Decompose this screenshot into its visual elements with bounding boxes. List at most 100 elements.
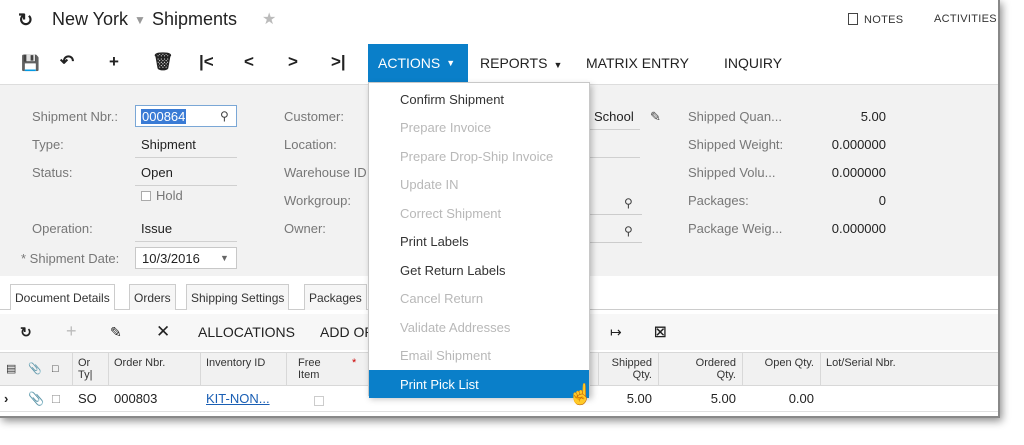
actions-menu-button[interactable]: ACTIONS ▼ <box>368 44 468 82</box>
col-order-type[interactable]: Or Ty| <box>78 357 100 381</box>
previous-record-icon[interactable]: < <box>244 52 254 72</box>
chevron-down-icon[interactable]: ▼ <box>220 253 229 263</box>
attachment-icon[interactable]: 📎 <box>28 391 44 407</box>
screen-name: Shipments <box>151 9 237 29</box>
col-order-nbr[interactable]: Order Nbr. <box>114 357 165 369</box>
free-item-checkbox[interactable] <box>314 393 329 408</box>
menu-item-update-in[interactable]: Update IN <box>369 170 589 198</box>
shipment-nbr-input[interactable]: 000864 ⚲ <box>135 105 237 127</box>
row-inventory-id-link[interactable]: KIT-NON... <box>206 391 270 406</box>
tab-shipping-settings[interactable]: Shipping Settings <box>186 284 290 310</box>
shipment-date-label: * Shipment Date: <box>21 251 120 266</box>
row-selector-icon[interactable]: › <box>4 391 8 406</box>
delete-icon[interactable]: 🗑 <box>152 52 174 72</box>
col-shipped-qty[interactable]: Shipped Qty. <box>604 357 652 381</box>
customer-field[interactable]: School <box>594 109 634 124</box>
row-open-qty: 0.00 <box>788 391 814 406</box>
tab-orders[interactable]: Orders <box>129 284 176 310</box>
chevron-down-icon[interactable]: ▼ <box>134 13 146 27</box>
summary-label: Shipped Weight: <box>688 137 784 152</box>
type-field[interactable]: Shipment <box>141 137 196 152</box>
reports-menu-button[interactable]: REPORTS ▼ <box>480 55 562 71</box>
chevron-down-icon: ▼ <box>446 58 456 68</box>
row-shipped-qty[interactable]: 5.00 <box>604 391 652 406</box>
branch-name[interactable]: New York <box>52 9 128 29</box>
summary-value: 0.000000 <box>831 221 886 236</box>
menu-item-prepare-invoice[interactable]: Prepare Invoice <box>369 113 589 141</box>
page-title: New York ▼ Shipments <box>52 9 237 30</box>
export-excel-icon[interactable]: ☒ <box>654 324 667 341</box>
grid-options-icon[interactable]: ▤ <box>6 363 16 375</box>
fit-columns-icon[interactable]: ↦ <box>610 324 622 341</box>
shipments-window: ↻ New York ▼ Shipments ★ NOTES ACTIVITIES … <box>0 0 1000 418</box>
customer-label: Customer: <box>284 109 344 124</box>
add-icon[interactable]: + <box>109 52 119 72</box>
search-icon[interactable]: ⚲ <box>624 196 633 210</box>
col-free-item[interactable]: Free Item <box>298 357 328 381</box>
first-record-icon[interactable]: |< <box>199 52 214 72</box>
menu-item-email-shipment[interactable]: Email Shipment <box>369 341 589 369</box>
next-record-icon[interactable]: > <box>288 52 298 72</box>
col-inventory-id[interactable]: Inventory ID <box>206 357 276 369</box>
summary-value: 0 <box>878 193 886 208</box>
save-icon[interactable]: 💾 <box>21 54 40 72</box>
menu-item-get-return-labels[interactable]: Get Return Labels <box>369 256 589 284</box>
col-ordered-qty[interactable]: Ordered Qty. <box>684 357 736 381</box>
menu-item-confirm-shipment[interactable]: Confirm Shipment <box>369 85 589 113</box>
main-toolbar: 💾 ↶ + 🗑 |< < > >| ACTIONS ▼ REPORTS ▼ MATR… <box>0 44 998 82</box>
summary-label: Package Weig... <box>688 221 783 236</box>
shipment-nbr-label: Shipment Nbr.: <box>32 109 118 124</box>
add-order-button[interactable]: ADD OR <box>320 324 374 340</box>
menu-item-print-pick-list[interactable]: Print Pick List <box>369 370 589 398</box>
summary-label: Packages: <box>688 193 749 208</box>
col-open-qty[interactable]: Open Qty. <box>752 357 814 369</box>
summary-label: Shipped Volu... <box>688 165 776 180</box>
type-label: Type: <box>32 137 64 152</box>
actions-dropdown-menu: Confirm Shipment Prepare Invoice Prepare… <box>368 82 590 398</box>
location-label: Location: <box>284 137 337 152</box>
search-icon[interactable]: ⚲ <box>624 224 633 238</box>
hand-pointer-icon: ☝ <box>568 384 593 406</box>
refresh-icon[interactable]: ↻ <box>18 10 33 31</box>
owner-label: Owner: <box>284 221 326 236</box>
col-lot-serial-nbr[interactable]: Lot/Serial Nbr. <box>826 357 896 369</box>
status-label: Status: <box>32 165 73 180</box>
edit-pencil-icon[interactable]: ✎ <box>650 109 661 125</box>
note-icon[interactable]: □ <box>52 391 60 406</box>
row-ordered-qty: 5.00 <box>710 391 736 406</box>
workgroup-label: Workgroup: <box>284 193 351 208</box>
warehouse-label: Warehouse ID <box>284 165 367 180</box>
activities-button[interactable]: ACTIVITIES <box>934 13 997 25</box>
edit-pencil-icon[interactable]: ✎ <box>110 324 122 341</box>
delete-row-icon[interactable]: ✕ <box>156 322 170 342</box>
matrix-entry-button[interactable]: MATRIX ENTRY <box>586 55 689 71</box>
inquiry-button[interactable]: INQUIRY <box>724 55 782 71</box>
refresh-icon[interactable]: ↻ <box>20 324 32 341</box>
row-order-nbr: 000803 <box>114 391 158 406</box>
operation-field[interactable]: Issue <box>141 221 172 236</box>
search-icon[interactable]: ⚲ <box>220 109 229 123</box>
tab-packages[interactable]: Packages <box>304 284 367 310</box>
menu-item-prepare-drop-ship-invoice[interactable]: Prepare Drop-Ship Invoice <box>369 142 589 170</box>
undo-icon[interactable]: ↶ <box>60 52 74 72</box>
menu-item-cancel-return[interactable]: Cancel Return <box>369 284 589 312</box>
tab-document-details[interactable]: Document Details <box>10 284 115 310</box>
status-field: Open <box>141 165 173 180</box>
hold-checkbox[interactable]: Hold <box>141 188 183 203</box>
last-record-icon[interactable]: >| <box>331 52 346 72</box>
allocations-button[interactable]: ALLOCATIONS <box>198 324 295 340</box>
favorite-star-icon[interactable]: ★ <box>262 9 276 29</box>
summary-label: Shipped Quan... <box>688 109 782 124</box>
title-bar: ↻ New York ▼ Shipments ★ NOTES ACTIVITIES <box>0 0 998 40</box>
add-row-icon[interactable]: + <box>66 321 77 342</box>
checkbox-icon <box>141 191 151 201</box>
notes-button[interactable]: NOTES <box>848 13 903 26</box>
menu-item-validate-addresses[interactable]: Validate Addresses <box>369 313 589 341</box>
row-order-type: SO <box>78 391 97 406</box>
attachment-icon: 📎 <box>28 363 42 375</box>
note-icon: □ <box>52 363 59 375</box>
menu-item-correct-shipment[interactable]: Correct Shipment <box>369 199 589 227</box>
shipment-date-input[interactable]: 10/3/2016 ▼ <box>135 247 237 269</box>
menu-item-print-labels[interactable]: Print Labels <box>369 227 589 255</box>
summary-value: 5.00 <box>860 109 886 124</box>
